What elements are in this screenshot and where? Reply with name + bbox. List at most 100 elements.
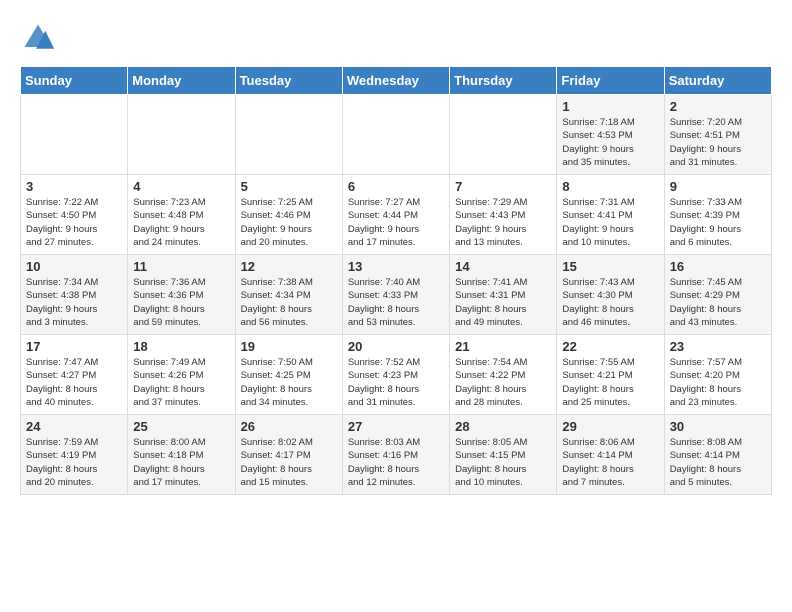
logo-icon: [20, 20, 56, 56]
day-number: 30: [670, 419, 766, 434]
day-number: 29: [562, 419, 658, 434]
calendar-cell: [128, 95, 235, 175]
calendar-cell: 27 Sunrise: 8:03 AM Sunset: 4:16 PM Dayli…: [342, 415, 449, 495]
day-info: Sunrise: 7:55 AM Sunset: 4:21 PM Dayligh…: [562, 356, 658, 409]
day-info: Sunrise: 8:08 AM Sunset: 4:14 PM Dayligh…: [670, 436, 766, 489]
calendar-cell: 10 Sunrise: 7:34 AM Sunset: 4:38 PM Dayli…: [21, 255, 128, 335]
day-number: 16: [670, 259, 766, 274]
day-info: Sunrise: 7:59 AM Sunset: 4:19 PM Dayligh…: [26, 436, 122, 489]
day-info: Sunrise: 7:57 AM Sunset: 4:20 PM Dayligh…: [670, 356, 766, 409]
header-day-saturday: Saturday: [664, 67, 771, 95]
day-info: Sunrise: 7:40 AM Sunset: 4:33 PM Dayligh…: [348, 276, 444, 329]
calendar-cell: 20 Sunrise: 7:52 AM Sunset: 4:23 PM Dayli…: [342, 335, 449, 415]
calendar-cell: 6 Sunrise: 7:27 AM Sunset: 4:44 PM Daylig…: [342, 175, 449, 255]
day-number: 1: [562, 99, 658, 114]
day-info: Sunrise: 8:02 AM Sunset: 4:17 PM Dayligh…: [241, 436, 337, 489]
calendar-cell: [450, 95, 557, 175]
day-number: 6: [348, 179, 444, 194]
calendar-cell: 18 Sunrise: 7:49 AM Sunset: 4:26 PM Dayli…: [128, 335, 235, 415]
calendar-cell: [342, 95, 449, 175]
day-number: 26: [241, 419, 337, 434]
day-info: Sunrise: 8:00 AM Sunset: 4:18 PM Dayligh…: [133, 436, 229, 489]
calendar-cell: 26 Sunrise: 8:02 AM Sunset: 4:17 PM Dayli…: [235, 415, 342, 495]
day-number: 9: [670, 179, 766, 194]
day-info: Sunrise: 7:18 AM Sunset: 4:53 PM Dayligh…: [562, 116, 658, 169]
day-number: 7: [455, 179, 551, 194]
day-number: 22: [562, 339, 658, 354]
calendar-table: SundayMondayTuesdayWednesdayThursdayFrid…: [20, 66, 772, 495]
calendar-cell: 13 Sunrise: 7:40 AM Sunset: 4:33 PM Dayli…: [342, 255, 449, 335]
day-info: Sunrise: 7:33 AM Sunset: 4:39 PM Dayligh…: [670, 196, 766, 249]
day-number: 17: [26, 339, 122, 354]
calendar-cell: 28Sunrise: 8:05 AM Sunset: 4:15 PM Dayli…: [450, 415, 557, 495]
day-info: Sunrise: 7:31 AM Sunset: 4:41 PM Dayligh…: [562, 196, 658, 249]
day-number: 25: [133, 419, 229, 434]
day-info: Sunrise: 8:05 AM Sunset: 4:15 PM Dayligh…: [455, 436, 551, 489]
day-info: Sunrise: 7:36 AM Sunset: 4:36 PM Dayligh…: [133, 276, 229, 329]
calendar-cell: 11 Sunrise: 7:36 AM Sunset: 4:36 PM Dayli…: [128, 255, 235, 335]
header-day-wednesday: Wednesday: [342, 67, 449, 95]
day-number: 18: [133, 339, 229, 354]
calendar-cell: 5 Sunrise: 7:25 AM Sunset: 4:46 PM Daylig…: [235, 175, 342, 255]
day-number: 8: [562, 179, 658, 194]
day-number: 20: [348, 339, 444, 354]
calendar-cell: 24Sunrise: 7:59 AM Sunset: 4:19 PM Dayli…: [21, 415, 128, 495]
week-row-4: 17 Sunrise: 7:47 AM Sunset: 4:27 PM Dayli…: [21, 335, 772, 415]
calendar-cell: [21, 95, 128, 175]
header-day-sunday: Sunday: [21, 67, 128, 95]
day-info: Sunrise: 7:52 AM Sunset: 4:23 PM Dayligh…: [348, 356, 444, 409]
calendar-cell: 9 Sunrise: 7:33 AM Sunset: 4:39 PM Daylig…: [664, 175, 771, 255]
day-number: 10: [26, 259, 122, 274]
header-day-friday: Friday: [557, 67, 664, 95]
calendar-cell: 2 Sunrise: 7:20 AM Sunset: 4:51 PM Daylig…: [664, 95, 771, 175]
calendar-cell: 17 Sunrise: 7:47 AM Sunset: 4:27 PM Dayli…: [21, 335, 128, 415]
calendar-cell: 23Sunrise: 7:57 AM Sunset: 4:20 PM Dayli…: [664, 335, 771, 415]
day-number: 21: [455, 339, 551, 354]
day-info: Sunrise: 7:49 AM Sunset: 4:26 PM Dayligh…: [133, 356, 229, 409]
day-number: 14: [455, 259, 551, 274]
day-number: 2: [670, 99, 766, 114]
calendar-cell: 8 Sunrise: 7:31 AM Sunset: 4:41 PM Daylig…: [557, 175, 664, 255]
day-number: 5: [241, 179, 337, 194]
day-info: Sunrise: 7:34 AM Sunset: 4:38 PM Dayligh…: [26, 276, 122, 329]
header-day-thursday: Thursday: [450, 67, 557, 95]
day-info: Sunrise: 7:38 AM Sunset: 4:34 PM Dayligh…: [241, 276, 337, 329]
day-info: Sunrise: 7:41 AM Sunset: 4:31 PM Dayligh…: [455, 276, 551, 329]
calendar-cell: 15Sunrise: 7:43 AM Sunset: 4:30 PM Dayli…: [557, 255, 664, 335]
week-row-1: 1 Sunrise: 7:18 AM Sunset: 4:53 PM Daylig…: [21, 95, 772, 175]
day-number: 12: [241, 259, 337, 274]
day-info: Sunrise: 7:29 AM Sunset: 4:43 PM Dayligh…: [455, 196, 551, 249]
day-info: Sunrise: 7:45 AM Sunset: 4:29 PM Dayligh…: [670, 276, 766, 329]
calendar-cell: 1 Sunrise: 7:18 AM Sunset: 4:53 PM Daylig…: [557, 95, 664, 175]
day-number: 19: [241, 339, 337, 354]
day-number: 11: [133, 259, 229, 274]
day-info: Sunrise: 7:27 AM Sunset: 4:44 PM Dayligh…: [348, 196, 444, 249]
day-info: Sunrise: 8:03 AM Sunset: 4:16 PM Dayligh…: [348, 436, 444, 489]
day-number: 13: [348, 259, 444, 274]
calendar-cell: 16 Sunrise: 7:45 AM Sunset: 4:29 PM Dayli…: [664, 255, 771, 335]
logo: [20, 20, 60, 56]
calendar-cell: 4 Sunrise: 7:23 AM Sunset: 4:48 PM Daylig…: [128, 175, 235, 255]
day-info: Sunrise: 8:06 AM Sunset: 4:14 PM Dayligh…: [562, 436, 658, 489]
calendar-cell: 21Sunrise: 7:54 AM Sunset: 4:22 PM Dayli…: [450, 335, 557, 415]
day-number: 15: [562, 259, 658, 274]
calendar-cell: 14 Sunrise: 7:41 AM Sunset: 4:31 PM Dayli…: [450, 255, 557, 335]
day-info: Sunrise: 7:47 AM Sunset: 4:27 PM Dayligh…: [26, 356, 122, 409]
header-day-monday: Monday: [128, 67, 235, 95]
day-info: Sunrise: 7:22 AM Sunset: 4:50 PM Dayligh…: [26, 196, 122, 249]
day-number: 4: [133, 179, 229, 194]
day-info: Sunrise: 7:25 AM Sunset: 4:46 PM Dayligh…: [241, 196, 337, 249]
week-row-2: 3Sunrise: 7:22 AM Sunset: 4:50 PM Daylig…: [21, 175, 772, 255]
calendar-cell: 3Sunrise: 7:22 AM Sunset: 4:50 PM Daylig…: [21, 175, 128, 255]
day-info: Sunrise: 7:20 AM Sunset: 4:51 PM Dayligh…: [670, 116, 766, 169]
page: SundayMondayTuesdayWednesdayThursdayFrid…: [0, 0, 792, 515]
header: [20, 20, 772, 56]
header-row: SundayMondayTuesdayWednesdayThursdayFrid…: [21, 67, 772, 95]
week-row-5: 24Sunrise: 7:59 AM Sunset: 4:19 PM Dayli…: [21, 415, 772, 495]
calendar-cell: [235, 95, 342, 175]
day-number: 27: [348, 419, 444, 434]
day-info: Sunrise: 7:50 AM Sunset: 4:25 PM Dayligh…: [241, 356, 337, 409]
header-day-tuesday: Tuesday: [235, 67, 342, 95]
calendar-cell: 25 Sunrise: 8:00 AM Sunset: 4:18 PM Dayli…: [128, 415, 235, 495]
day-info: Sunrise: 7:23 AM Sunset: 4:48 PM Dayligh…: [133, 196, 229, 249]
